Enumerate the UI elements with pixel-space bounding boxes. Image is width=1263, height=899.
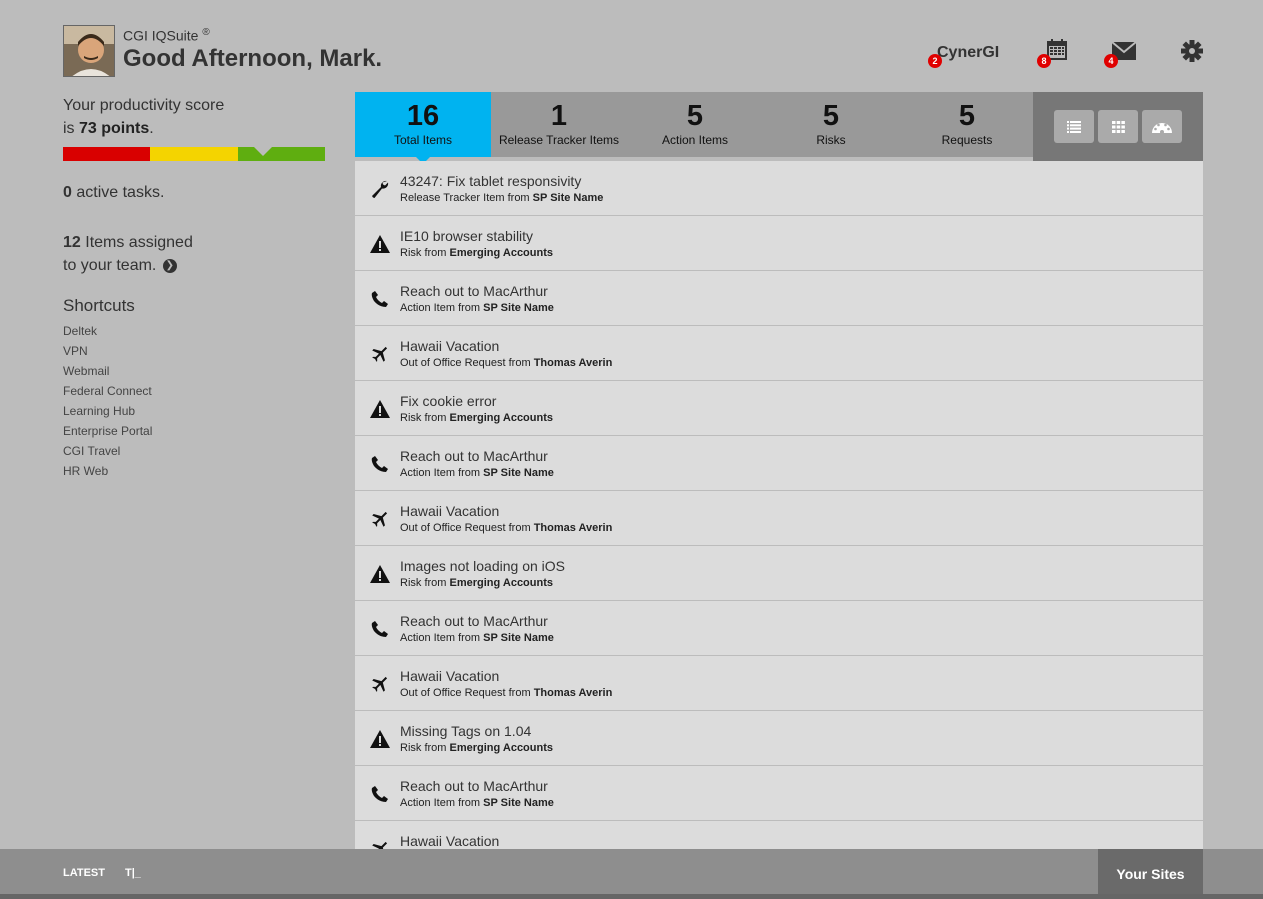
item-meta: Release Tracker Item from SP Site Name <box>400 192 604 204</box>
item-title[interactable]: Hawaii Vacation <box>400 833 499 849</box>
user-avatar[interactable] <box>63 25 115 77</box>
tab-action-items[interactable]: 5 Action Items <box>627 92 763 157</box>
grid-icon <box>1111 120 1125 133</box>
item-meta: Action Item from SP Site Name <box>400 467 554 479</box>
user-link[interactable]: CynerGI 2 <box>928 44 999 68</box>
mail-icon[interactable]: 4 <box>1104 40 1138 68</box>
item-meta: Risk from Emerging Accounts <box>400 742 553 754</box>
calendar-badge: 8 <box>1037 54 1051 68</box>
list-item[interactable]: Images not loading on iOS Risk from Emerg… <box>355 546 1203 601</box>
tab-risks[interactable]: 5 Risks <box>763 92 899 157</box>
footer-bar: LATEST T|_ Your Sites <box>0 849 1263 899</box>
item-title[interactable]: IE10 browser stability <box>400 228 533 244</box>
user-badge: 2 <box>928 54 942 68</box>
your-sites-button[interactable]: Your Sites <box>1098 849 1203 899</box>
item-title[interactable]: Reach out to MacArthur <box>400 448 548 464</box>
item-title[interactable]: Hawaii Vacation <box>400 338 499 354</box>
dashboard-view-button[interactable] <box>1142 110 1182 143</box>
tab-requests[interactable]: 5 Requests <box>899 92 1035 157</box>
list-item[interactable]: 43247: Fix tablet responsivity Release Tr… <box>355 161 1203 216</box>
list-item[interactable]: Hawaii Vacation Out of Office Request fro… <box>355 656 1203 711</box>
item-title[interactable]: 43247: Fix tablet responsivity <box>400 173 581 189</box>
shortcut-link[interactable]: Deltek <box>63 321 152 341</box>
list-item[interactable]: Reach out to MacArthur Action Item from S… <box>355 436 1203 491</box>
productivity-score: Your productivity score is 73 points. <box>63 97 225 137</box>
tab-total-items[interactable]: 16 Total Items <box>355 92 491 164</box>
phone-icon <box>369 289 391 309</box>
item-meta: Action Item from SP Site Name <box>400 302 554 314</box>
plane-icon <box>369 674 391 694</box>
chevron-right-icon[interactable]: ❯ <box>162 258 177 273</box>
item-meta: Out of Office Request from Thomas Averin <box>400 522 613 534</box>
item-meta: Action Item from SP Site Name <box>400 797 554 809</box>
list-item[interactable]: Reach out to MacArthur Action Item from S… <box>355 766 1203 821</box>
shortcut-link[interactable]: CGI Travel <box>63 441 152 461</box>
shortcuts-list: Deltek VPN Webmail Federal Connect Learn… <box>63 321 152 481</box>
gear-icon[interactable] <box>1180 39 1204 63</box>
item-title[interactable]: Images not loading on iOS <box>400 558 565 574</box>
list-item[interactable]: Missing Tags on 1.04 Risk from Emerging A… <box>355 711 1203 766</box>
item-meta: Risk from Emerging Accounts <box>400 247 553 259</box>
footer-strip <box>0 894 1263 899</box>
active-tasks: 0 active tasks. <box>63 184 165 201</box>
shortcut-link[interactable]: Webmail <box>63 361 152 381</box>
plane-icon <box>369 344 391 364</box>
plane-icon <box>369 509 391 529</box>
list-item[interactable]: IE10 browser stability Risk from Emerging… <box>355 216 1203 271</box>
shortcuts-heading: Shortcuts <box>63 296 135 315</box>
item-meta: Out of Office Request from Thomas Averin <box>400 687 613 699</box>
shortcut-link[interactable]: Learning Hub <box>63 401 152 421</box>
shortcut-link[interactable]: Enterprise Portal <box>63 421 152 441</box>
shortcut-link[interactable]: VPN <box>63 341 152 361</box>
warning-icon <box>369 729 391 749</box>
item-meta: Risk from Emerging Accounts <box>400 577 553 589</box>
wrench-icon <box>369 179 391 199</box>
shortcut-link[interactable]: Federal Connect <box>63 381 152 401</box>
plane-icon <box>369 839 391 849</box>
item-title[interactable]: Reach out to MacArthur <box>400 613 548 629</box>
list-icon <box>1067 120 1081 133</box>
view-switcher <box>1033 92 1203 161</box>
list-item[interactable]: Reach out to MacArthur Action Item from S… <box>355 601 1203 656</box>
calendar-icon[interactable]: 8 <box>1037 38 1070 68</box>
brand-name: CGI IQSuite ® <box>123 27 210 44</box>
tab-release-tracker-items[interactable]: 1 Release Tracker Items <box>491 92 627 157</box>
phone-icon <box>369 784 391 804</box>
item-meta: Risk from Emerging Accounts <box>400 412 553 424</box>
item-title[interactable]: Missing Tags on 1.04 <box>400 723 531 739</box>
list-item[interactable]: Fix cookie error Risk from Emerging Accou… <box>355 381 1203 436</box>
mail-badge: 4 <box>1104 54 1118 68</box>
items-list: 43247: Fix tablet responsivity Release Tr… <box>355 161 1203 849</box>
news-ticker[interactable]: T|_ <box>125 867 141 879</box>
phone-icon <box>369 619 391 639</box>
item-title[interactable]: Hawaii Vacation <box>400 668 499 684</box>
item-title[interactable]: Reach out to MacArthur <box>400 778 548 794</box>
warning-icon <box>369 399 391 419</box>
item-title[interactable]: Reach out to MacArthur <box>400 283 548 299</box>
grid-view-button[interactable] <box>1098 110 1138 143</box>
greeting-heading: Good Afternoon, Mark. <box>123 45 383 72</box>
item-meta: Action Item from SP Site Name <box>400 632 554 644</box>
list-item[interactable]: Hawaii Vacation Out of Office Request fro… <box>355 326 1203 381</box>
warning-icon <box>369 234 391 254</box>
list-item[interactable]: Hawaii VacationOut of Office Request fro… <box>355 821 1203 849</box>
phone-icon <box>369 454 391 474</box>
warning-icon <box>369 564 391 584</box>
item-title[interactable]: Hawaii Vacation <box>400 503 499 519</box>
latest-label: LATEST <box>63 867 105 879</box>
item-meta: Out of Office Request from Thomas Averin <box>400 357 613 369</box>
list-item[interactable]: Hawaii Vacation Out of Office Request fro… <box>355 491 1203 546</box>
productivity-bar <box>63 147 325 161</box>
list-view-button[interactable] <box>1054 110 1094 143</box>
shortcut-link[interactable]: HR Web <box>63 461 152 481</box>
list-item[interactable]: Reach out to MacArthur Action Item from S… <box>355 271 1203 326</box>
team-items-link[interactable]: 12 Items assigned to your team. ❯ <box>63 231 193 277</box>
item-title[interactable]: Fix cookie error <box>400 393 496 409</box>
dashboard-icon <box>1152 122 1172 133</box>
